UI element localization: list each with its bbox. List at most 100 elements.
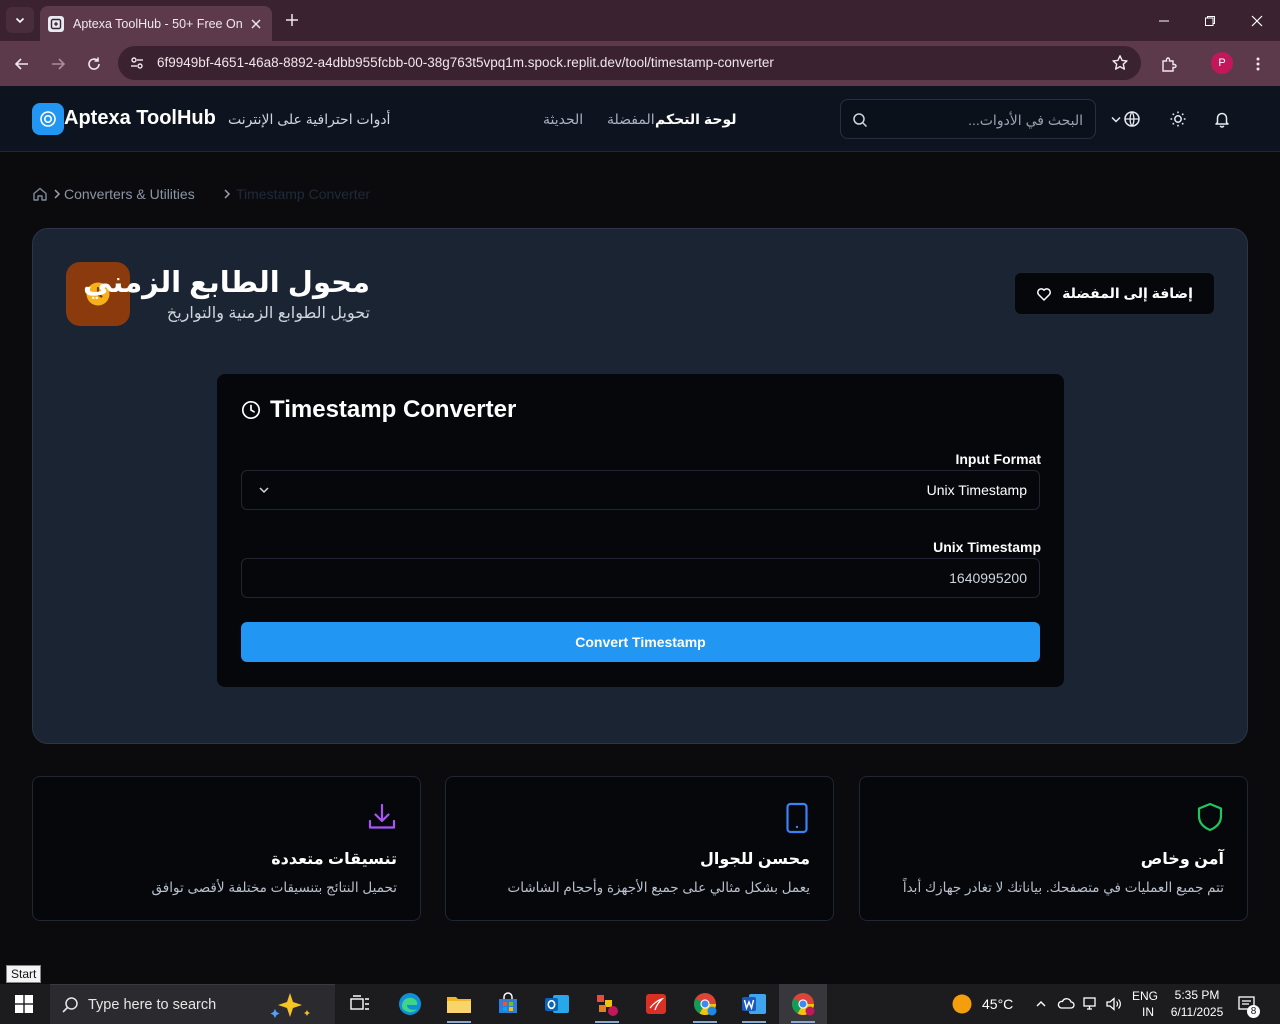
language-indicator[interactable]: ENG IN xyxy=(1132,984,1158,1024)
pdf-app[interactable] xyxy=(632,984,680,1024)
cloud-icon xyxy=(1057,998,1075,1009)
restore-icon xyxy=(1205,15,1215,26)
feature-title: تنسيقات متعددة xyxy=(271,851,397,868)
forward-button[interactable] xyxy=(44,50,72,78)
chrome-icon xyxy=(694,993,717,1016)
notification-count: 8 xyxy=(1247,1005,1260,1018)
close-window-button[interactable] xyxy=(1234,0,1280,41)
plus-icon xyxy=(286,14,298,26)
close-tab-icon[interactable] xyxy=(248,16,264,32)
page-title: محول الطابع الزمني xyxy=(83,267,370,299)
clock-date: 6/11/2025 xyxy=(1170,1005,1224,1019)
region-code: IN xyxy=(1142,1005,1154,1019)
input-format-select[interactable]: Unix Timestamp xyxy=(241,470,1040,510)
sun-icon xyxy=(1170,111,1186,127)
logo[interactable] xyxy=(32,103,64,135)
chrome-profile-app[interactable] xyxy=(779,984,827,1024)
outlook-app[interactable] xyxy=(533,984,581,1024)
convert-button[interactable]: Convert Timestamp xyxy=(241,622,1040,662)
convert-button-label: Convert Timestamp xyxy=(575,634,706,650)
sun-weather-icon xyxy=(952,994,972,1014)
breadcrumb-current: Timestamp Converter xyxy=(236,186,371,202)
feature-title: آمن وخاص xyxy=(1140,851,1224,868)
file-explorer-app[interactable] xyxy=(435,984,483,1024)
start-button[interactable] xyxy=(0,984,48,1024)
chevron-right-icon xyxy=(52,186,62,205)
chevron-up-icon xyxy=(1036,1001,1046,1007)
network-icon xyxy=(1083,997,1096,1010)
word-app[interactable] xyxy=(730,984,778,1024)
site-settings-icon[interactable] xyxy=(129,55,145,76)
input-format-label: Input Format xyxy=(955,451,1041,467)
chevron-down-icon xyxy=(257,483,271,502)
weather-temp: 45°C xyxy=(982,996,1014,1012)
notification-center[interactable]: 8 xyxy=(1238,984,1260,1024)
pdf-icon xyxy=(646,994,666,1014)
globe-icon xyxy=(1124,111,1140,127)
weather-widget[interactable]: 45°C xyxy=(951,984,1013,1024)
browser-tab[interactable]: Aptexa ToolHub - 50+ Free Onli xyxy=(40,6,272,41)
speaker-icon xyxy=(1106,997,1121,1011)
word-icon xyxy=(742,994,766,1014)
chrome-app[interactable] xyxy=(681,984,729,1024)
windows-logo-icon xyxy=(15,995,33,1013)
clock-icon xyxy=(241,400,261,425)
download-icon xyxy=(367,802,397,837)
app-grid-icon xyxy=(597,995,618,1016)
task-view-button[interactable] xyxy=(336,984,384,1024)
timestamp-input[interactable]: 1640995200 xyxy=(241,558,1040,598)
theme-toggle-button[interactable] xyxy=(1168,109,1188,129)
favicon-icon xyxy=(48,15,64,32)
search-input[interactable]: البحث في الأدوات... xyxy=(840,99,1096,139)
minimize-button[interactable] xyxy=(1141,0,1187,41)
taskbar-search[interactable]: Type here to search xyxy=(50,984,335,1024)
converter-title: Timestamp Converter xyxy=(270,396,517,423)
nav-dashboard[interactable]: لوحة التحكم xyxy=(655,111,736,128)
search-icon xyxy=(852,112,868,133)
profile-avatar[interactable]: P xyxy=(1211,52,1233,74)
feature-card-mobile: محسن للجوال يعمل بشكل مثالي على جميع الأ… xyxy=(445,776,834,921)
nav-recent[interactable]: الحديثة xyxy=(543,111,583,128)
bell-icon xyxy=(1215,112,1229,128)
timestamp-label: Unix Timestamp xyxy=(933,539,1041,555)
address-bar[interactable]: 6f9949bf-4651-46a8-8892-a4dbb955fcbb-00-… xyxy=(118,46,1141,80)
extensions-button[interactable] xyxy=(1155,50,1183,78)
store-app[interactable] xyxy=(484,984,532,1024)
input-format-value: Unix Timestamp xyxy=(926,482,1027,498)
network-tray[interactable] xyxy=(1082,984,1100,1024)
browser-menu-button[interactable] xyxy=(1244,50,1272,78)
more-vertical-icon xyxy=(1256,57,1260,71)
timestamp-value: 1640995200 xyxy=(949,570,1027,586)
search-icon xyxy=(61,996,79,1019)
language-button[interactable] xyxy=(1122,109,1142,129)
heart-icon xyxy=(1037,287,1052,301)
onedrive-tray[interactable] xyxy=(1057,984,1075,1024)
arrow-right-icon xyxy=(52,58,66,70)
brand-name[interactable]: Aptexa ToolHub xyxy=(64,107,216,130)
add-to-favorites-button[interactable]: إضافة إلى المفضلة xyxy=(1014,272,1215,315)
new-tab-button[interactable] xyxy=(282,10,302,30)
url-text: 6f9949bf-4651-46a8-8892-a4dbb955fcbb-00-… xyxy=(157,55,774,70)
breadcrumb-category[interactable]: Converters & Utilities xyxy=(64,186,195,202)
taskbar-search-text: Type here to search xyxy=(88,997,217,1013)
volume-tray[interactable] xyxy=(1105,984,1123,1024)
home-icon[interactable] xyxy=(32,186,48,205)
profile-app[interactable] xyxy=(583,984,631,1024)
tool-panel: محول الطابع الزمني تحويل الطوابع الزمنية… xyxy=(32,228,1248,744)
edge-app[interactable] xyxy=(386,984,434,1024)
clock[interactable]: 5:35 PM 6/11/2025 xyxy=(1166,984,1228,1024)
nav-favorites[interactable]: المفضلة xyxy=(607,111,655,128)
restore-button[interactable] xyxy=(1187,0,1233,41)
target-logo-icon xyxy=(40,111,56,127)
bookmark-star-icon[interactable] xyxy=(1111,54,1129,77)
reload-button[interactable] xyxy=(80,50,108,78)
reload-icon xyxy=(88,57,100,70)
show-hidden-icons[interactable] xyxy=(1035,984,1047,1024)
browser-tabstrip: Aptexa ToolHub - 50+ Free Onli xyxy=(0,0,1280,41)
tab-search-button[interactable] xyxy=(6,7,34,33)
feature-title: محسن للجوال xyxy=(699,851,810,868)
back-button[interactable] xyxy=(8,50,36,78)
clock-time: 5:35 PM xyxy=(1174,988,1220,1002)
feature-card-formats: تنسيقات متعددة تحميل النتائج بتنسيقات مخ… xyxy=(32,776,421,921)
notifications-button[interactable] xyxy=(1212,109,1232,129)
